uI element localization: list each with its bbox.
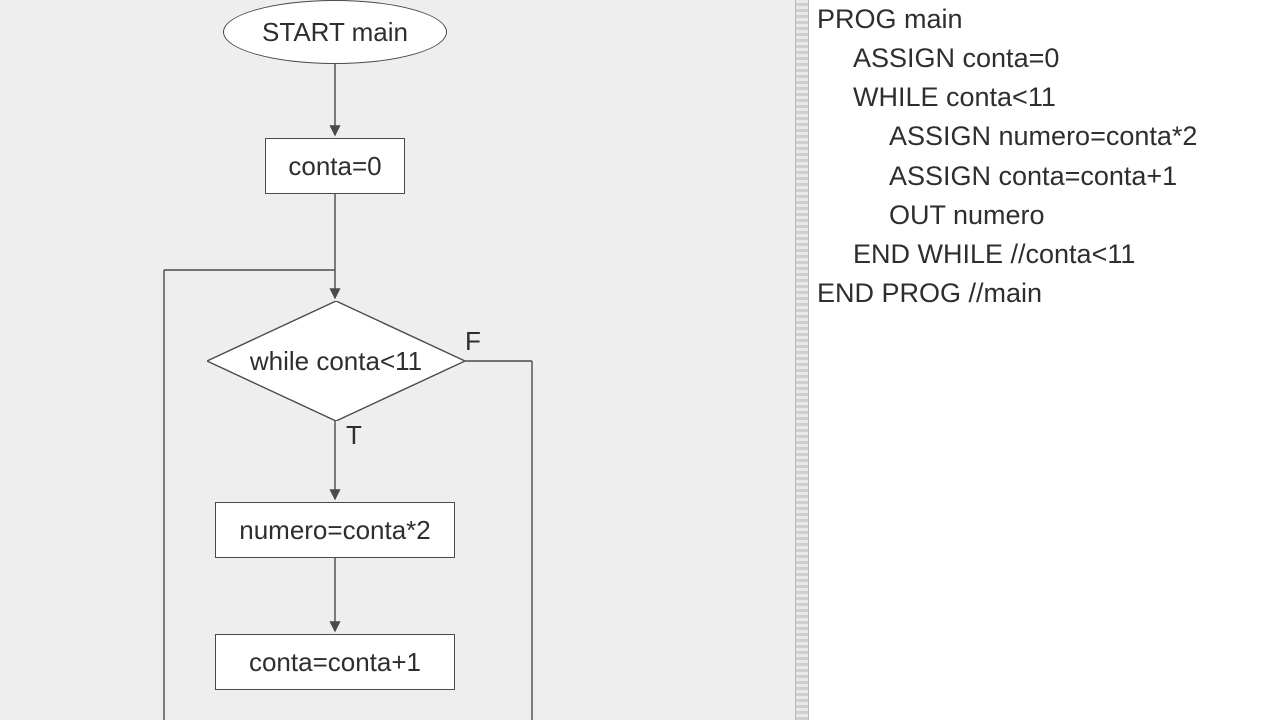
code-line: OUT numero: [817, 196, 1272, 235]
code-line: ASSIGN conta=conta+1: [817, 157, 1272, 196]
true-edge-label: T: [346, 420, 362, 451]
assign-init-label: conta=0: [288, 151, 381, 182]
code-line: ASSIGN conta=0: [817, 39, 1272, 78]
assign-numero-node: numero=conta*2: [215, 502, 455, 558]
assign-init-node: conta=0: [265, 138, 405, 194]
flowchart-pane: START main conta=0 while conta<11 T F nu…: [0, 0, 795, 720]
pane-divider[interactable]: [795, 0, 809, 720]
code-line: END PROG //main: [817, 274, 1272, 313]
start-label: START main: [262, 17, 408, 48]
assign-numero-label: numero=conta*2: [239, 515, 431, 546]
while-decision-node: while conta<11: [207, 301, 465, 421]
code-pane: PROG main ASSIGN conta=0 WHILE conta<11 …: [809, 0, 1280, 720]
false-edge-label: F: [465, 326, 481, 357]
assign-inc-node: conta=conta+1: [215, 634, 455, 690]
start-node: START main: [223, 0, 447, 64]
code-line: PROG main: [817, 0, 1272, 39]
while-cond-label: while conta<11: [250, 346, 422, 377]
code-line: END WHILE //conta<11: [817, 235, 1272, 274]
code-line: ASSIGN numero=conta*2: [817, 117, 1272, 156]
assign-inc-label: conta=conta+1: [249, 647, 421, 678]
code-line: WHILE conta<11: [817, 78, 1272, 117]
